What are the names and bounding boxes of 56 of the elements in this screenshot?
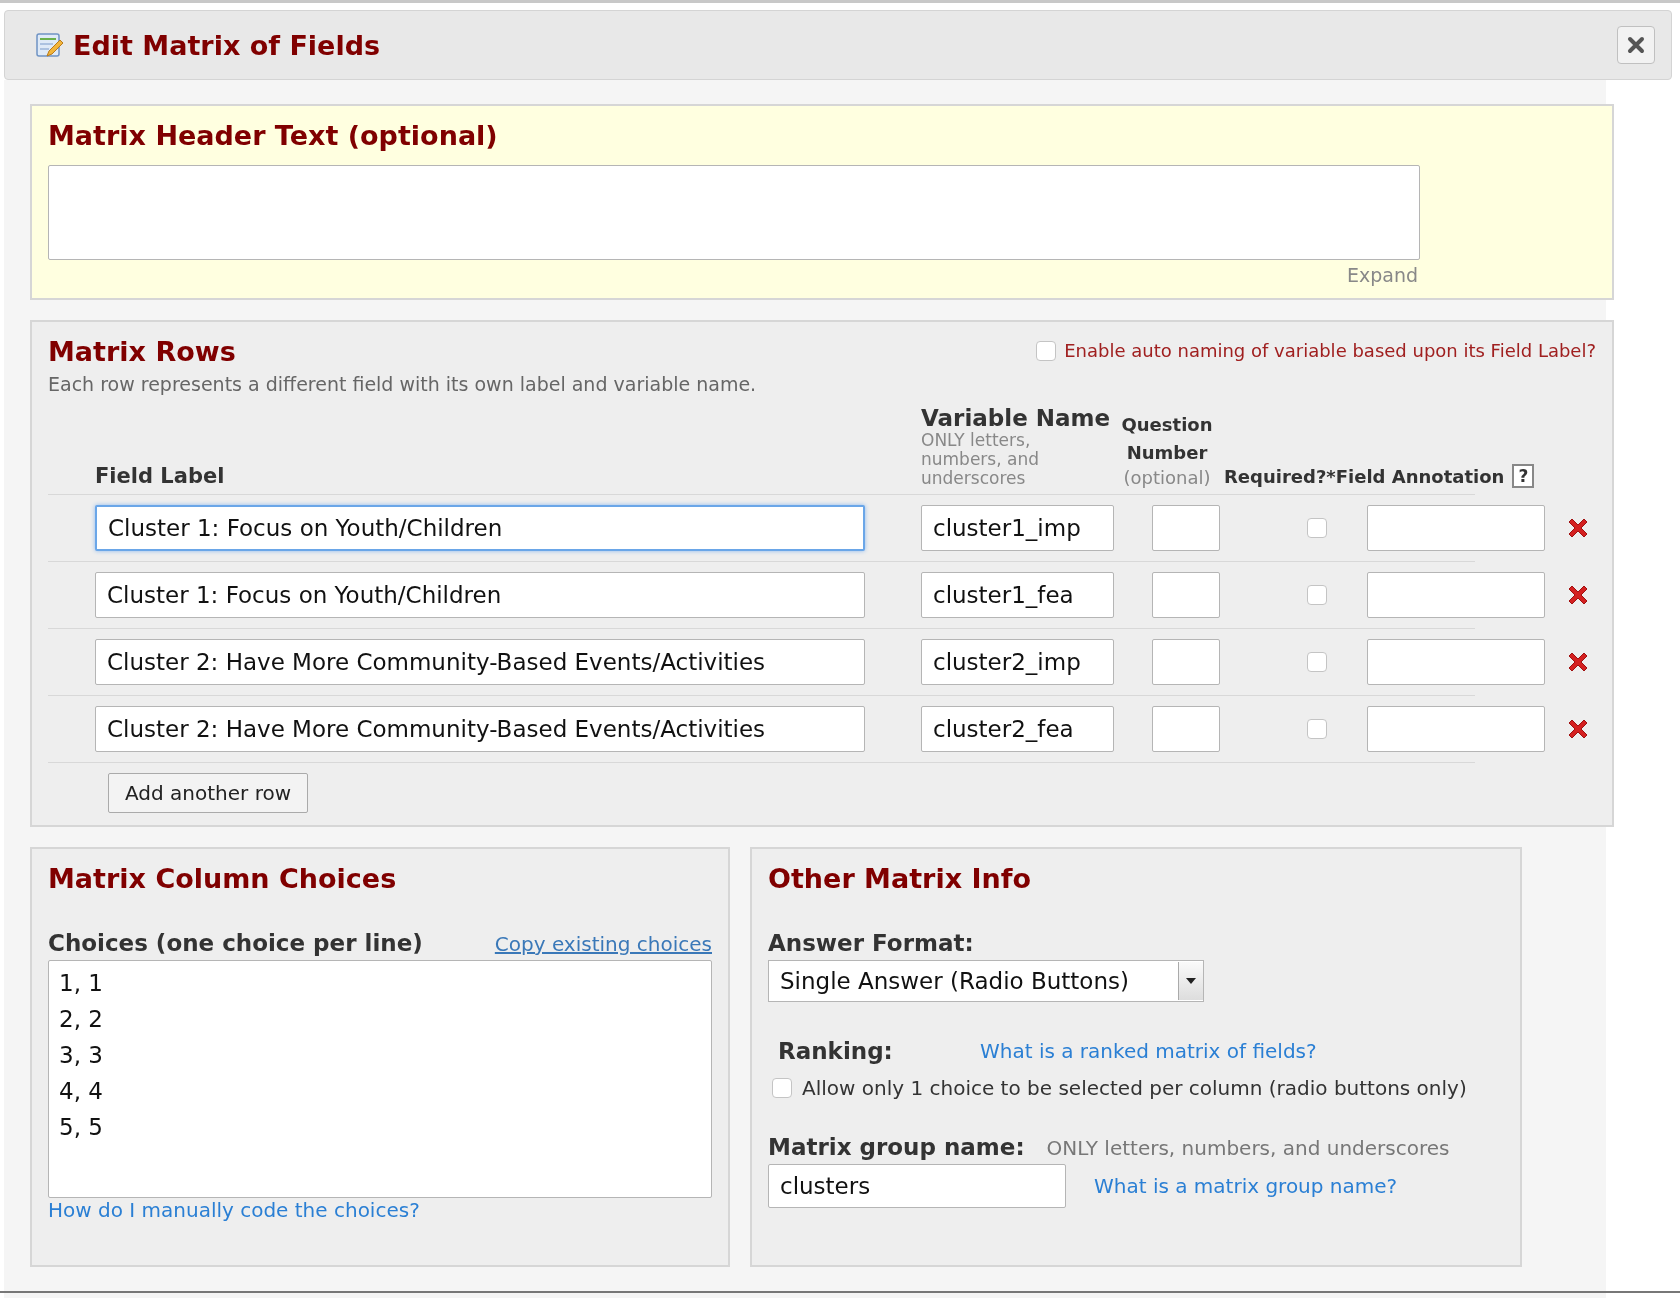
question-number-input[interactable] [1152,639,1220,685]
column-header: Question Number [1120,413,1214,465]
section-title: Matrix Rows [48,336,236,367]
section-title: Matrix Column Choices [48,863,398,894]
column-hint: ONLY letters, numbers, and underscores [921,431,1040,488]
section-title: Other Matrix Info [768,863,1033,894]
field-label-input[interactable]: Cluster 1: Focus on Youth/Children [95,572,865,618]
group-name-link[interactable]: What is a matrix group name? [1094,1174,1398,1198]
column-header: Required? [1224,465,1327,487]
answer-format-label: Answer Format: [768,930,974,956]
close-button[interactable] [1617,26,1655,64]
checkbox[interactable] [1307,585,1327,605]
column-header: Variable Name [921,405,1112,431]
dialog-title: Edit Matrix of Fields [73,29,382,61]
choices-label: Choices (one choice per line) [48,930,423,956]
question-number-input[interactable] [1152,505,1220,551]
annotation-input[interactable] [1367,639,1545,685]
variable-name-input[interactable]: cluster1_fea [921,572,1114,618]
annotation-input[interactable] [1367,505,1545,551]
checkbox[interactable] [1307,518,1327,538]
caret-icon [1186,978,1196,984]
group-name-input[interactable]: clusters [768,1164,1066,1208]
field-label-input[interactable]: Cluster 2: Have More Community-Based Events/Activities [95,639,865,685]
column-header: Field Label [95,464,226,488]
checkbox[interactable] [1036,340,1057,361]
manual-code-link[interactable]: How do I manually code the choices? [48,1198,420,1222]
variable-name-input[interactable]: cluster2_imp [921,639,1114,685]
section-title: Matrix Header Text (optional) [48,120,499,151]
annotation-input[interactable] [1367,706,1545,752]
question-number-input[interactable] [1152,572,1220,618]
auto-naming-label: Enable auto naming of variable based upon its Field Label? [1064,340,1596,361]
column-hint: (optional) [1123,467,1211,488]
answer-format-select[interactable]: Single Answer (Radio Buttons) [768,960,1204,1002]
ranking-option-label: Allow only 1 choice to be selected per column (radio buttons only) [802,1076,1467,1100]
column-header: *Field Annotation [1326,465,1505,487]
field-label-input[interactable]: Cluster 2: Have More Community-Based Events/Activities [95,706,865,752]
ranked-matrix-link[interactable]: What is a ranked matrix of fields? [980,1039,1317,1063]
copy-choices-link[interactable]: Copy existing choices [494,932,712,956]
variable-name-input[interactable]: cluster2_fea [921,706,1114,752]
ranking-label: Ranking: [778,1038,894,1064]
annotation-input[interactable] [1367,572,1545,618]
close-icon [1627,36,1645,54]
field-label-input[interactable]: Cluster 1: Focus on Youth/Children [95,505,865,551]
group-name-hint: ONLY letters, numbers, and underscores [1046,1136,1450,1160]
help-button[interactable]: ? [1512,464,1535,488]
group-name-label: Matrix group name: [768,1134,1025,1160]
question-number-input[interactable] [1152,706,1220,752]
header-text-field[interactable] [48,165,1420,260]
choices-textarea[interactable]: 1, 1 2, 2 3, 3 4, 4 5, 5 [48,960,712,1198]
checkbox[interactable] [1307,719,1327,739]
section-description: Each row represents a different field with its own label and variable name. [48,373,758,395]
variable-name-input[interactable]: cluster1_imp [921,505,1114,551]
add-row-button[interactable]: Add another row [108,773,309,813]
checkbox[interactable] [772,1078,792,1098]
checkbox[interactable] [1307,652,1327,672]
form-pencil-icon [35,30,65,60]
